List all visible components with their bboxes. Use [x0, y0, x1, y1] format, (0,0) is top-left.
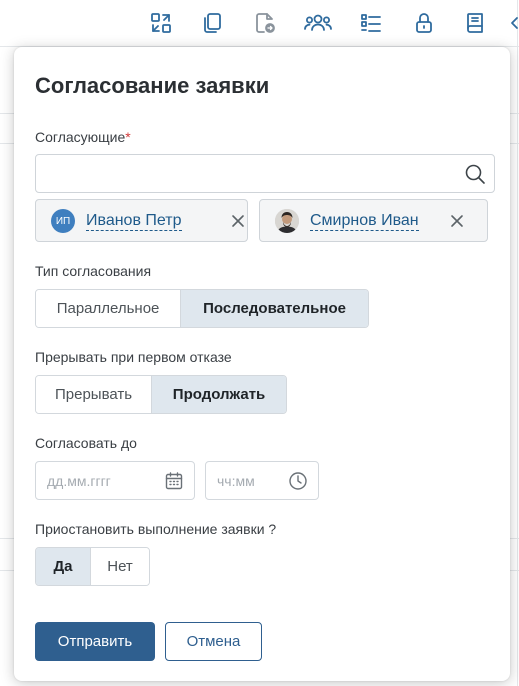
approval-type-label: Тип согласования: [35, 263, 152, 279]
suspend-option-no[interactable]: Нет: [90, 548, 149, 585]
suspend-label: Приостановить выполнение заявки ?: [35, 521, 277, 537]
approvers-label: Согласующие*: [35, 129, 131, 145]
approver-chip[interactable]: ИП Иванов Петр: [35, 199, 248, 242]
deadline-label: Согласовать до: [35, 435, 137, 451]
interrupt-option-stop[interactable]: Прерывать: [36, 376, 152, 413]
close-icon: [232, 215, 244, 227]
remove-approver-button[interactable]: [228, 211, 248, 231]
date-input[interactable]: дд.мм.гггг: [35, 461, 195, 500]
copy-icon[interactable]: [200, 11, 224, 35]
interrupt-toggle: Прерывать Продолжать: [35, 375, 287, 414]
interrupt-option-continue[interactable]: Продолжать: [151, 376, 286, 413]
approvers-label-text: Согласующие: [35, 129, 126, 145]
lock-icon[interactable]: [412, 11, 436, 35]
users-group-icon[interactable]: [303, 11, 333, 35]
avatar: ИП: [51, 209, 75, 233]
book-icon[interactable]: [463, 11, 487, 35]
submit-button[interactable]: Отправить: [35, 622, 155, 661]
cancel-button[interactable]: Отмена: [165, 622, 262, 661]
dialog-title: Согласование заявки: [35, 73, 270, 98]
time-placeholder: чч:мм: [217, 473, 255, 489]
time-input[interactable]: чч:мм: [205, 461, 319, 500]
approver-name[interactable]: Иванов Петр: [86, 212, 182, 231]
document-approval-icon[interactable]: [253, 11, 277, 35]
background-vertical-divider: [517, 0, 518, 686]
suspend-toggle: Да Нет: [35, 547, 150, 586]
avatar: [275, 209, 299, 233]
approval-type-parallel[interactable]: Параллельное: [36, 290, 181, 327]
chevron-left-icon[interactable]: [509, 11, 519, 35]
approver-name[interactable]: Смирнов Иван: [310, 212, 419, 231]
remove-approver-button[interactable]: [447, 211, 467, 231]
suspend-option-yes[interactable]: Да: [36, 548, 91, 585]
convert-icon[interactable]: [149, 11, 173, 35]
clock-icon[interactable]: [288, 471, 308, 491]
approval-type-sequential[interactable]: Последовательное: [180, 290, 368, 327]
approvers-search-input[interactable]: [35, 154, 495, 193]
search-icon[interactable]: [464, 163, 486, 185]
user-photo-icon: [275, 209, 299, 233]
date-placeholder: дд.мм.гггг: [47, 473, 111, 489]
approval-type-toggle: Параллельное Последовательное: [35, 289, 369, 328]
calendar-icon[interactable]: [164, 471, 184, 491]
checklist-icon[interactable]: [359, 11, 383, 35]
approval-dialog: Согласование заявки Согласующие* ИП Иван…: [14, 47, 510, 681]
approver-chip[interactable]: Смирнов Иван: [259, 199, 488, 242]
required-mark: *: [125, 129, 131, 145]
close-icon: [451, 215, 463, 227]
interrupt-label: Прерывать при первом отказе: [35, 349, 232, 365]
